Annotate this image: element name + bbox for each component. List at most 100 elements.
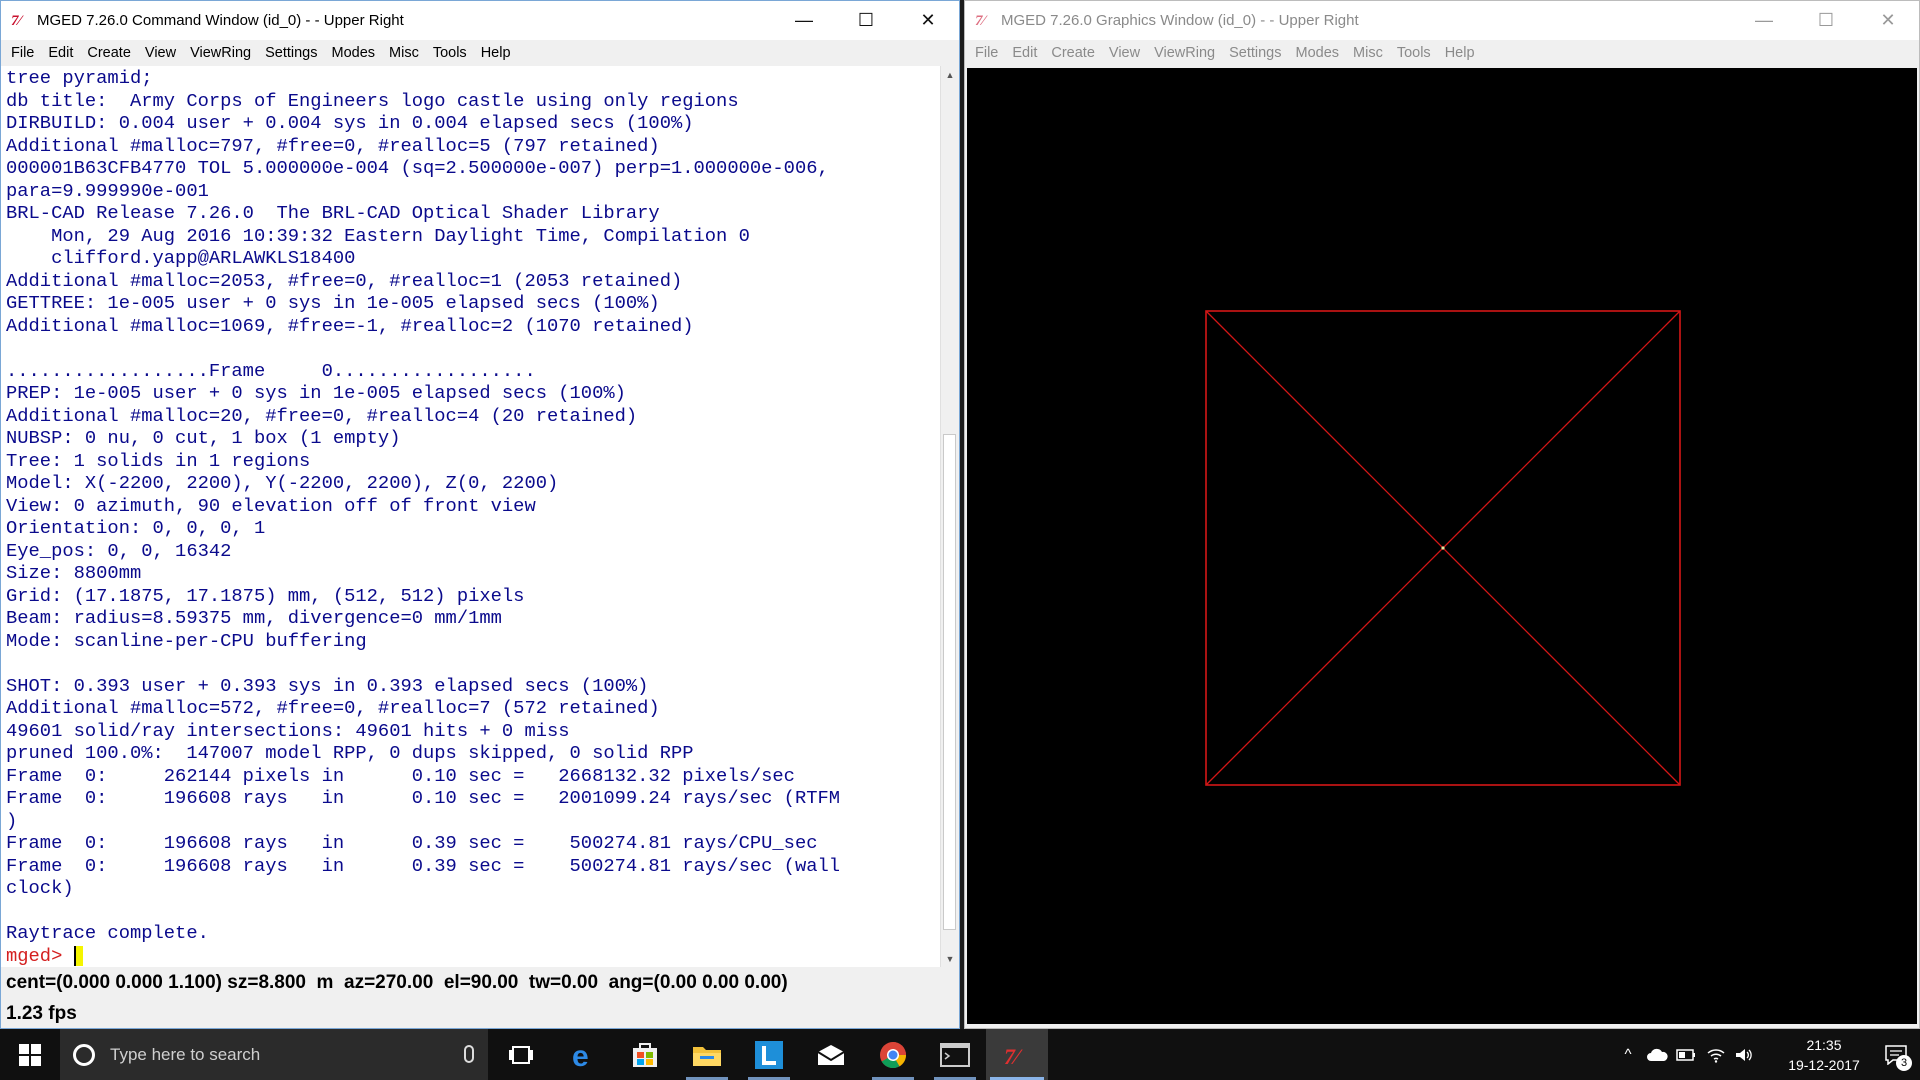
task-view-icon bbox=[509, 1045, 533, 1064]
command-window-titlebar[interactable]: 7⁄ MGED 7.26.0 Command Window (id_0) - -… bbox=[1, 1, 959, 40]
wifi-icon[interactable] bbox=[1702, 1029, 1730, 1080]
mged-taskbar-button[interactable]: 7⁄ bbox=[986, 1029, 1048, 1080]
menu-help[interactable]: Help bbox=[1439, 40, 1483, 66]
console-line: Frame 0: 262144 pixels in 0.10 sec = 266… bbox=[6, 764, 795, 787]
terminal-button[interactable] bbox=[924, 1029, 986, 1080]
console-line: Orientation: 0, 0, 0, 1 bbox=[6, 517, 266, 539]
menu-settings[interactable]: Settings bbox=[1223, 40, 1289, 66]
mail-button[interactable] bbox=[800, 1029, 862, 1080]
menu-file[interactable]: File bbox=[5, 40, 42, 66]
menu-edit[interactable]: Edit bbox=[1006, 40, 1045, 66]
edge-icon: e bbox=[572, 1041, 589, 1069]
console-line: ) bbox=[6, 809, 18, 832]
search-placeholder: Type here to search bbox=[110, 1044, 261, 1064]
console-line: View: 0 azimuth, 90 elevation off of fro… bbox=[6, 494, 536, 517]
taskbar-search-box[interactable]: Type here to search bbox=[60, 1029, 488, 1080]
notification-count-badge: 3 bbox=[1896, 1055, 1912, 1071]
tray-overflow-chevron-icon[interactable]: ^ bbox=[1616, 1029, 1640, 1080]
graphics-window-titlebar[interactable]: 7⁄ MGED 7.26.0 Graphics Window (id_0) - … bbox=[965, 1, 1919, 40]
console-line: Mode: scanline-per-CPU buffering bbox=[6, 629, 367, 652]
console-line: Additional #malloc=2053, #free=0, #reall… bbox=[6, 269, 683, 292]
menu-tools[interactable]: Tools bbox=[1391, 40, 1439, 66]
minimize-button[interactable]: — bbox=[773, 1, 835, 40]
chrome-icon bbox=[880, 1041, 907, 1068]
menu-create[interactable]: Create bbox=[81, 40, 139, 66]
task-view-button[interactable] bbox=[490, 1029, 552, 1080]
wifi-shape bbox=[1707, 1048, 1725, 1063]
console-line: DIRBUILD: 0.004 user + 0.004 sys in 0.00… bbox=[6, 112, 694, 134]
menu-viewring[interactable]: ViewRing bbox=[184, 40, 259, 66]
close-button[interactable]: ✕ bbox=[1857, 1, 1919, 40]
menu-modes[interactable]: Modes bbox=[325, 40, 383, 66]
console-line: Size: 8800mm bbox=[6, 562, 142, 584]
console-line: 49601 solid/ray intersections: 49601 hit… bbox=[6, 719, 570, 742]
wireframe-view bbox=[1205, 310, 1681, 786]
console-line: Beam: radius=8.59375 mm, divergence=0 mm… bbox=[6, 607, 502, 629]
close-button[interactable]: ✕ bbox=[897, 1, 959, 40]
console-line: 000001B63CFB4770 TOL 5.000000e-004 (sq=2… bbox=[6, 157, 829, 179]
fps-status: 1.23 fps bbox=[1, 998, 959, 1028]
chrome-button[interactable] bbox=[862, 1029, 924, 1080]
menu-view[interactable]: View bbox=[139, 40, 184, 66]
minimize-button[interactable]: — bbox=[1733, 1, 1795, 40]
scroll-down-arrow-icon[interactable]: ▼ bbox=[941, 950, 959, 968]
svg-text:e: e bbox=[572, 1041, 589, 1069]
cloud-shape bbox=[1647, 1048, 1668, 1061]
scrollbar-thumb[interactable] bbox=[943, 434, 956, 930]
window-title: MGED 7.26.0 Graphics Window (id_0) - - U… bbox=[1001, 12, 1359, 29]
console-line: tree pyramid; bbox=[6, 67, 153, 89]
menu-create[interactable]: Create bbox=[1045, 40, 1103, 66]
edge-button[interactable]: e bbox=[552, 1029, 614, 1080]
menu-tools[interactable]: Tools bbox=[427, 40, 475, 66]
command-console[interactable]: tree pyramid; db title: Army Corps of Eng… bbox=[1, 66, 941, 968]
menu-modes[interactable]: Modes bbox=[1289, 40, 1347, 66]
console-line: Grid: (17.1875, 17.1875) mm, (512, 512) … bbox=[6, 584, 525, 607]
folder-icon bbox=[693, 1046, 721, 1066]
menu-edit[interactable]: Edit bbox=[42, 40, 81, 66]
onedrive-icon[interactable] bbox=[1642, 1029, 1672, 1080]
menu-file[interactable]: File bbox=[969, 40, 1006, 66]
l-app-icon bbox=[755, 1040, 783, 1069]
battery-icon[interactable] bbox=[1672, 1029, 1700, 1080]
system-clock[interactable]: 21:35 19-12-2017 bbox=[1784, 1035, 1864, 1075]
action-center-button[interactable]: 3 bbox=[1872, 1029, 1920, 1080]
start-button[interactable] bbox=[0, 1029, 60, 1080]
console-line: clifford.yapp@ARLAWKLS18400 bbox=[6, 247, 356, 269]
console-line: para=9.999990e-001 bbox=[6, 179, 209, 202]
mged-app-icon: 7⁄ bbox=[975, 12, 986, 29]
store-button[interactable] bbox=[614, 1029, 676, 1080]
graphics-canvas[interactable] bbox=[967, 68, 1917, 1024]
cortana-icon bbox=[73, 1043, 95, 1066]
console-line: clock) bbox=[6, 877, 74, 899]
store-icon bbox=[633, 1042, 657, 1067]
volume-icon[interactable] bbox=[1730, 1029, 1758, 1080]
console-line: NUBSP: 0 nu, 0 cut, 1 box (1 empty) bbox=[6, 427, 401, 449]
l-app-button[interactable] bbox=[738, 1029, 800, 1080]
windows-logo-icon bbox=[19, 1043, 41, 1066]
mged-icon: 7⁄ bbox=[1004, 1044, 1023, 1068]
console-line: Additional #malloc=20, #free=0, #realloc… bbox=[6, 404, 638, 427]
graphics-menubar: File Edit Create View ViewRing Settings … bbox=[965, 40, 1919, 66]
menu-misc[interactable]: Misc bbox=[383, 40, 427, 66]
mged-app-icon: 7⁄ bbox=[11, 12, 22, 29]
scroll-up-arrow-icon[interactable]: ▲ bbox=[941, 66, 959, 84]
menu-help[interactable]: Help bbox=[475, 40, 519, 66]
console-line: Frame 0: 196608 rays in 0.10 sec = 20010… bbox=[6, 787, 841, 809]
menu-settings[interactable]: Settings bbox=[259, 40, 325, 66]
microphone-icon[interactable] bbox=[464, 1045, 474, 1063]
mged-prompt: mged> bbox=[6, 944, 63, 967]
menu-view[interactable]: View bbox=[1103, 40, 1148, 66]
maximize-button[interactable]: ☐ bbox=[1795, 1, 1857, 40]
svg-text:7⁄: 7⁄ bbox=[1004, 1044, 1023, 1068]
battery-shape bbox=[1676, 1048, 1695, 1061]
maximize-button[interactable]: ☐ bbox=[835, 1, 897, 40]
text-cursor bbox=[74, 945, 84, 966]
console-scrollbar[interactable]: ▲ ▼ bbox=[940, 66, 958, 968]
console-line: Additional #malloc=572, #free=0, #reallo… bbox=[6, 697, 660, 719]
prompt-line[interactable]: mged> bbox=[6, 945, 941, 968]
menu-misc[interactable]: Misc bbox=[1347, 40, 1391, 66]
file-explorer-button[interactable] bbox=[676, 1029, 738, 1080]
speaker-shape bbox=[1736, 1048, 1752, 1061]
menu-viewring[interactable]: ViewRing bbox=[1148, 40, 1223, 66]
